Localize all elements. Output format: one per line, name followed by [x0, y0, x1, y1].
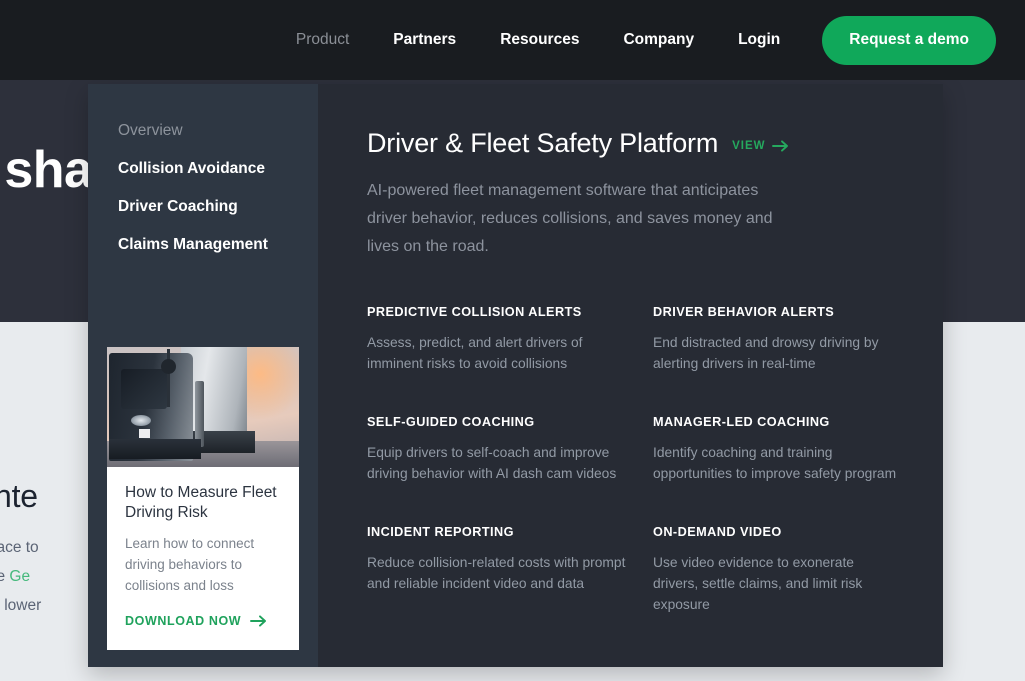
sidebar-item-claims-management[interactable]: Claims Management	[118, 226, 318, 264]
top-navigation-bar: Product Partners Resources Company Login…	[0, 0, 1025, 80]
promo-image-mirror	[161, 359, 176, 374]
background-body-line-2-text: on the	[0, 568, 6, 585]
mega-menu-sidebar: Overview Collision Avoidance Driver Coac…	[88, 84, 318, 667]
background-hero-headline: a sha	[0, 141, 93, 199]
feature-description: Use video evidence to exonerate drivers,…	[653, 555, 863, 612]
feature-on-demand-video[interactable]: ON-DEMAND VIDEO Use video evidence to ex…	[653, 525, 899, 615]
promo-card-description: Learn how to connect driving behaviors t…	[125, 536, 255, 593]
arrow-right-icon	[250, 615, 267, 627]
nav-item-resources[interactable]: Resources	[478, 0, 601, 80]
mega-menu-title: Driver & Fleet Safety Platform	[367, 128, 719, 158]
feature-heading: INCIDENT REPORTING	[367, 525, 514, 539]
background-inline-link[interactable]: Ge	[9, 568, 30, 585]
background-body-line-2: on the Ge	[0, 562, 41, 591]
feature-heading: ON-DEMAND VIDEO	[653, 525, 782, 539]
arrow-right-icon	[771, 140, 789, 152]
feature-incident-reporting[interactable]: INCIDENT REPORTING Reduce collision-rela…	[367, 525, 653, 615]
sidebar-item-driver-coaching[interactable]: Driver Coaching	[118, 188, 318, 226]
page-root: a sha es inte interface to on the Ge k a…	[0, 0, 1025, 681]
promo-image-windshield	[121, 369, 167, 409]
view-link[interactable]: VIEW	[732, 140, 788, 152]
request-demo-button[interactable]: Request a demo	[822, 15, 996, 65]
promo-card-title: How to Measure Fleet Driving Risk	[125, 484, 277, 521]
sidebar-item-collision-avoidance[interactable]: Collision Avoidance	[118, 150, 318, 188]
background-section-body: interface to on the Ge k and lower	[0, 533, 41, 620]
promo-card-body: How to Measure Fleet Driving Risk Learn …	[107, 467, 299, 650]
feature-description: Identify coaching and training opportuni…	[653, 445, 897, 481]
background-body-line-1: interface to	[0, 539, 39, 556]
feature-grid: PREDICTIVE COLLISION ALERTS Assess, pred…	[367, 305, 899, 615]
feature-manager-led-coaching[interactable]: MANAGER-LED COACHING Identify coaching a…	[653, 415, 899, 484]
feature-driver-behavior-alerts[interactable]: DRIVER BEHAVIOR ALERTS End distracted an…	[653, 305, 899, 374]
background-section-title: es inte	[0, 478, 38, 514]
nav-item-company[interactable]: Company	[601, 0, 716, 80]
feature-heading: DRIVER BEHAVIOR ALERTS	[653, 305, 835, 319]
nav-item-product[interactable]: Product	[274, 0, 371, 80]
mega-menu-subtitle: AI-powered fleet management software tha…	[367, 182, 773, 255]
feature-heading: SELF-GUIDED COACHING	[367, 415, 535, 429]
promo-truck-image	[107, 347, 299, 467]
promo-image-plate	[139, 429, 150, 438]
sidebar-item-overview[interactable]: Overview	[118, 112, 318, 150]
background-body-line-3: k and lower	[0, 597, 42, 614]
feature-description: Reduce collision-related costs with prom…	[367, 555, 626, 591]
feature-description: End distracted and drowsy driving by ale…	[653, 335, 879, 371]
product-mega-menu: Overview Collision Avoidance Driver Coac…	[88, 84, 943, 667]
feature-description: Assess, predict, and alert drivers of im…	[367, 335, 583, 371]
feature-self-guided-coaching[interactable]: SELF-GUIDED COACHING Equip drivers to se…	[367, 415, 653, 484]
promo-image-exhaust-stack	[195, 381, 204, 447]
mega-menu-sidebar-nav: Overview Collision Avoidance Driver Coac…	[88, 84, 318, 264]
nav-item-partners[interactable]: Partners	[371, 0, 478, 80]
feature-predictive-collision-alerts[interactable]: PREDICTIVE COLLISION ALERTS Assess, pred…	[367, 305, 653, 374]
promo-card[interactable]: How to Measure Fleet Driving Risk Learn …	[107, 347, 299, 650]
feature-heading: PREDICTIVE COLLISION ALERTS	[367, 305, 582, 319]
primary-nav: Product Partners Resources Company Login…	[274, 0, 996, 80]
promo-image-headlight	[131, 415, 151, 426]
download-now-label: DOWNLOAD NOW	[125, 614, 242, 628]
promo-image-bumper	[109, 439, 201, 459]
promo-image-truck-cab	[109, 353, 201, 461]
view-link-label: VIEW	[732, 140, 766, 152]
nav-item-login[interactable]: Login	[716, 0, 802, 80]
mega-menu-content: Driver & Fleet Safety Platform VIEW AI-p…	[318, 84, 943, 667]
download-now-link[interactable]: DOWNLOAD NOW	[125, 614, 267, 628]
mega-menu-title-row: Driver & Fleet Safety Platform VIEW	[367, 128, 899, 159]
promo-image-mirror-arm	[167, 349, 170, 407]
feature-description: Equip drivers to self-coach and improve …	[367, 445, 617, 481]
feature-heading: MANAGER-LED COACHING	[653, 415, 830, 429]
